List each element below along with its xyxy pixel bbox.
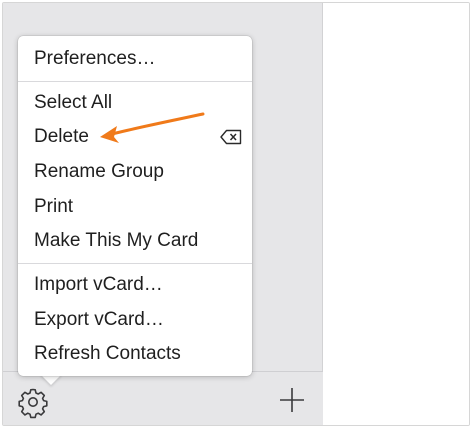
- menu-separator: [18, 81, 252, 82]
- gear-button[interactable]: [16, 385, 50, 419]
- menu-item-delete[interactable]: Delete: [18, 120, 252, 154]
- menu-item-label: Make This My Card: [34, 230, 199, 251]
- add-contact-button[interactable]: [277, 385, 307, 415]
- menu-item-make-this-my-card[interactable]: Make This My Card: [18, 224, 252, 258]
- gear-icon: [18, 388, 48, 419]
- menu-item-select-all[interactable]: Select All: [18, 86, 252, 120]
- menu-item-export-vcard[interactable]: Export vCard…: [18, 303, 252, 337]
- delete-key-icon: [220, 129, 242, 145]
- menu-item-label: Preferences…: [34, 48, 156, 69]
- menu-item-label: Select All: [34, 92, 113, 113]
- menu-item-import-vcard[interactable]: Import vCard…: [18, 268, 252, 302]
- menu-item-label: Export vCard…: [34, 309, 164, 330]
- menu-item-refresh-contacts[interactable]: Refresh Contacts: [18, 337, 252, 371]
- gear-menu: Preferences… Select All Delete Rename Gr…: [18, 36, 252, 376]
- menu-separator: [18, 263, 252, 264]
- menu-item-rename-group[interactable]: Rename Group: [18, 155, 252, 189]
- menu-item-label: Delete: [34, 126, 89, 147]
- menu-item-label: Refresh Contacts: [34, 343, 181, 364]
- menu-item-label: Print: [34, 196, 74, 217]
- menu-item-label: Rename Group: [34, 161, 164, 182]
- contact-detail-pane: [323, 3, 469, 425]
- plus-icon: [280, 388, 304, 412]
- menu-item-preferences[interactable]: Preferences…: [18, 42, 252, 76]
- menu-item-print[interactable]: Print: [18, 190, 252, 224]
- menu-item-label: Import vCard…: [34, 274, 163, 295]
